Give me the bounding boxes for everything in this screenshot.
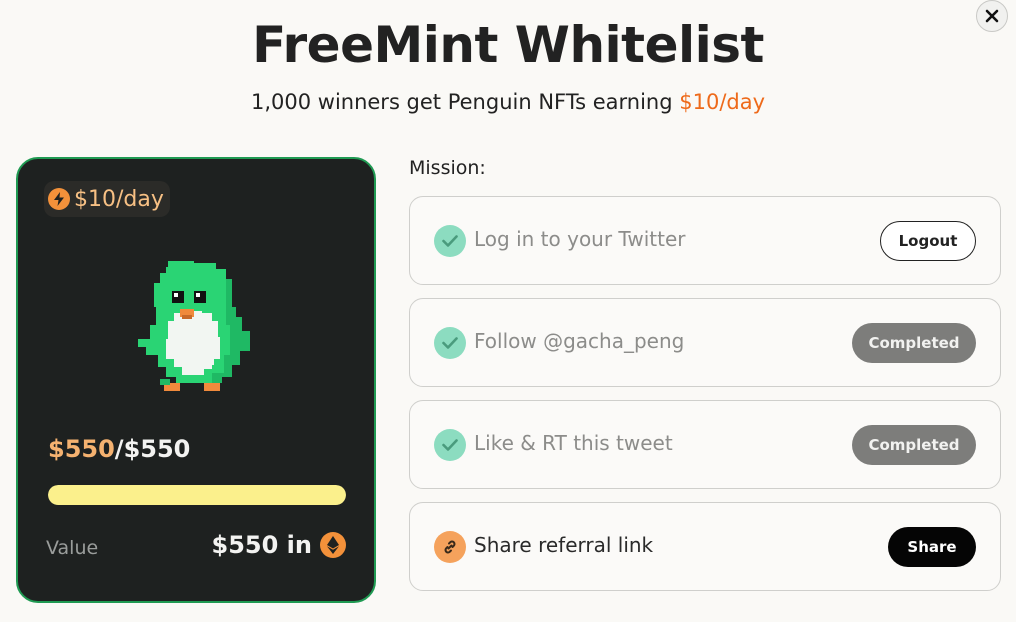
page-subtitle: 1,000 winners get Penguin NFTs earning $… [0, 90, 1016, 114]
mint-progress-label: $550/$550 [48, 435, 190, 463]
mission-label: Log in to your Twitter [474, 227, 686, 251]
mission-label: Share referral link [474, 533, 654, 557]
link-icon [434, 531, 466, 563]
mission-share-referral: Share referral link Share [409, 502, 1001, 591]
mission-label: Like & RT this tweet [474, 431, 673, 455]
bolt-icon [48, 188, 70, 210]
check-icon [434, 225, 466, 257]
mission-heading: Mission: [409, 157, 486, 179]
mint-progress-fill [48, 485, 346, 505]
mission-label: Follow @gacha_peng [474, 329, 685, 353]
check-icon [434, 429, 466, 461]
value-amount: $550 in [212, 531, 346, 559]
progress-current: $550 [48, 435, 115, 463]
mission-follow: Follow @gacha_peng Completed [409, 298, 1001, 387]
completed-button[interactable]: Completed [852, 425, 976, 465]
earning-badge-text: $10/day [74, 186, 164, 212]
page-title: FreeMint Whitelist [252, 16, 764, 74]
penguin-nft-image [138, 261, 250, 391]
subtitle-accent: $10/day [679, 90, 766, 114]
logout-button[interactable]: Logout [880, 221, 976, 261]
mission-twitter-login: Log in to your Twitter Logout [409, 196, 1001, 285]
nft-card: $10/day $550/$550 Value $550 in [16, 157, 376, 603]
ethereum-icon [320, 532, 346, 558]
progress-total: /$550 [114, 435, 191, 463]
mission-like-rt: Like & RT this tweet Completed [409, 400, 1001, 489]
value-amount-text: $550 in [211, 531, 312, 559]
subtitle-text: 1,000 winners get Penguin NFTs earning [250, 90, 680, 114]
completed-button[interactable]: Completed [852, 323, 976, 363]
check-icon [434, 327, 466, 359]
earning-badge: $10/day [44, 181, 170, 217]
share-button[interactable]: Share [888, 527, 976, 567]
mint-progress-bar [48, 485, 346, 505]
value-label: Value [46, 537, 99, 559]
